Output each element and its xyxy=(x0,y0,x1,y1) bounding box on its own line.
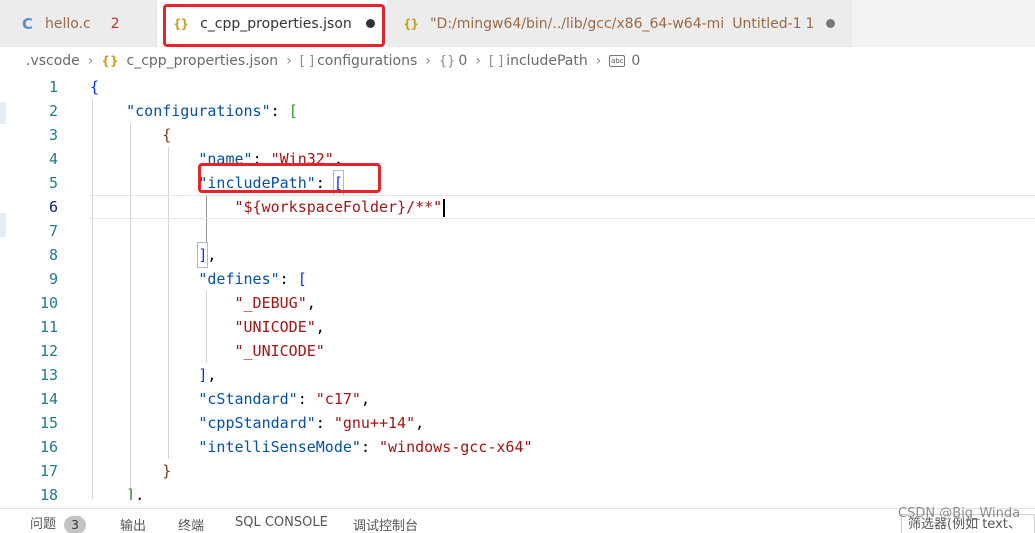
line-number: 13 xyxy=(39,366,58,384)
code-line-current: 6 "${workspaceFolder}/**" xyxy=(0,195,1035,219)
tab-mingw-header[interactable]: {} "D:/mingw64/bin/../lib/gcc/x86_64-w64… xyxy=(387,0,852,47)
code-editor[interactable]: 1 { 2 "configurations": [ 3 { 4 "name": … xyxy=(0,75,1035,500)
json-file-icon: {} xyxy=(101,54,119,68)
tab-sql-console[interactable]: SQL CONSOLE xyxy=(235,515,328,530)
tab-description: Untitled-1 xyxy=(732,15,802,32)
c-file-icon: C xyxy=(22,14,34,33)
line-number: 5 xyxy=(48,174,58,192)
code-line: 2 "configurations": [ xyxy=(0,99,1035,123)
line-number: 9 xyxy=(48,270,58,288)
breadcrumb-index-0[interactable]: 0 xyxy=(458,53,467,69)
tab-terminal[interactable]: 终端 xyxy=(178,515,204,533)
annotation-highlight-includepath xyxy=(198,163,381,193)
watermark: CSDN @Big_Winda xyxy=(898,506,1021,521)
panel-tab-bar: 问题 3 输出 终端 SQL CONSOLE 调试控制台 筛选器(例如 text、 xyxy=(0,508,1035,533)
code-line: 14 "cStandard": "c17", xyxy=(0,387,1035,411)
tab-problems-label: 问题 xyxy=(30,517,57,532)
breadcrumb-index-0-string[interactable]: 0 xyxy=(631,53,640,69)
tab-debug-console[interactable]: 调试控制台 xyxy=(353,515,418,533)
breadcrumb-folder[interactable]: .vscode xyxy=(26,53,80,69)
line-number: 12 xyxy=(39,342,58,360)
array-symbol-icon: [ ] xyxy=(299,53,315,69)
code-line: 13 ], xyxy=(0,363,1035,387)
chevron-right-icon: › xyxy=(595,53,602,69)
chevron-right-icon: › xyxy=(425,53,431,69)
code-line: 12 "_UNICODE" xyxy=(0,339,1035,363)
code-line: 17 } xyxy=(0,459,1035,483)
editor-tab-bar: C hello.c 2 {} c_cpp_properties.json {} … xyxy=(0,0,1035,47)
string-symbol-icon: abc xyxy=(609,55,626,67)
code-line: 9 "defines": [ xyxy=(0,267,1035,291)
tab-output[interactable]: 输出 xyxy=(120,515,146,533)
line-number: 18 xyxy=(39,486,58,500)
line-number: 4 xyxy=(48,150,58,168)
line-number: 7 xyxy=(48,222,58,240)
problem-count-badge: 1 xyxy=(805,15,815,32)
unsaved-dot-icon[interactable] xyxy=(826,19,836,28)
annotation-highlight-tab xyxy=(163,4,385,47)
breadcrumb-configurations[interactable]: configurations xyxy=(317,53,417,69)
chevron-right-icon: › xyxy=(475,53,481,69)
line-number: 1 xyxy=(48,78,58,96)
tab-label: "D:/mingw64/bin/../lib/gcc/x86_64-w64-mi xyxy=(430,15,725,32)
code-line: 18 ], xyxy=(0,483,1035,500)
code-line: 8 ], xyxy=(0,242,1035,268)
tab-hello-c[interactable]: C hello.c 2 xyxy=(0,0,157,47)
breadcrumb-file[interactable]: c_cpp_properties.json xyxy=(127,53,279,69)
code-line: 3 { xyxy=(0,123,1035,147)
code-line: 5 "includePath": [ xyxy=(0,170,1035,196)
line-number: 11 xyxy=(39,318,58,336)
chevron-right-icon: › xyxy=(87,53,94,69)
line-number: 3 xyxy=(48,126,58,144)
chevron-right-icon: › xyxy=(286,53,292,69)
code-line: 1 { xyxy=(0,75,1035,99)
text-cursor xyxy=(443,198,446,217)
breadcrumb: .vscode › {} c_cpp_properties.json › [ ]… xyxy=(0,47,1035,75)
code-line: 4 "name": "Win32", xyxy=(0,147,1035,171)
breadcrumb-includepath[interactable]: includePath xyxy=(506,53,587,69)
code-line: 16 "intelliSenseMode": "windows-gcc-x64" xyxy=(0,435,1035,459)
problems-count-badge: 3 xyxy=(64,515,87,533)
line-number: 15 xyxy=(39,414,58,432)
problem-count-badge: 2 xyxy=(110,15,120,32)
line-number: 6 xyxy=(48,198,58,216)
tab-bar-empty-space xyxy=(852,0,1035,47)
line-number: 2 xyxy=(48,102,58,120)
line-number: 10 xyxy=(39,294,58,312)
tab-label: hello.c xyxy=(45,15,91,32)
code-line: 15 "cppStandard": "gnu++14", xyxy=(0,411,1035,435)
line-number: 16 xyxy=(39,438,58,456)
object-symbol-icon: {} xyxy=(438,53,456,69)
code-line: 7 xyxy=(0,219,1035,243)
json-file-icon: {} xyxy=(403,16,419,31)
code-line: 10 "_DEBUG", xyxy=(0,291,1035,315)
line-number: 17 xyxy=(39,462,58,480)
line-number: 14 xyxy=(39,390,58,408)
line-number: 8 xyxy=(48,246,58,264)
array-symbol-icon: [ ] xyxy=(488,53,504,69)
tab-problems[interactable]: 问题 3 xyxy=(30,513,87,533)
code-line: 11 "UNICODE", xyxy=(0,315,1035,339)
